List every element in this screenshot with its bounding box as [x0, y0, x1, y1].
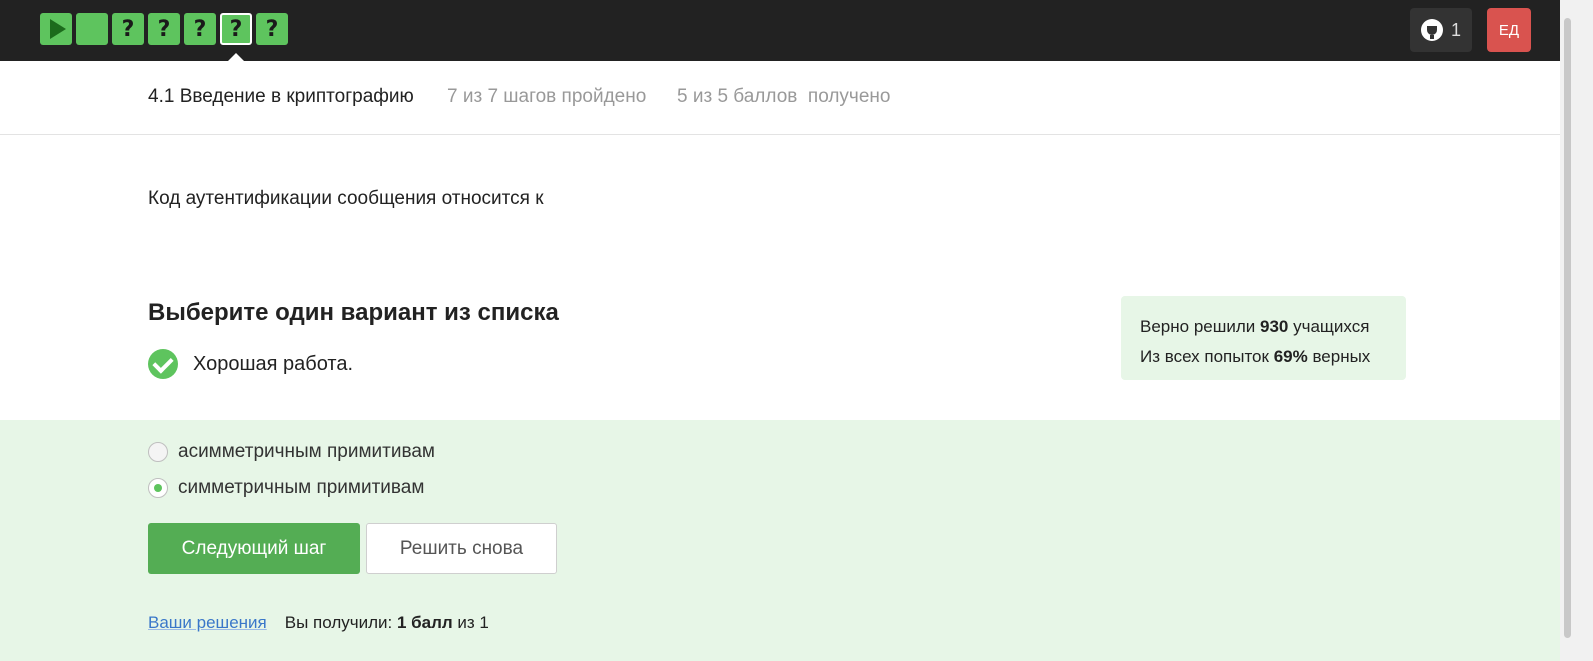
step-quiz-5[interactable]: ?: [184, 13, 216, 45]
radio-button-selected[interactable]: [148, 478, 168, 498]
step-video[interactable]: [40, 13, 72, 45]
trophy-icon: [1420, 19, 1443, 41]
achievements-button[interactable]: 1: [1410, 8, 1472, 52]
lesson-header: 4.1 Введение в криптографию 7 из 7 шагов…: [0, 61, 1560, 135]
scrollbar-thumb[interactable]: [1564, 18, 1571, 638]
user-avatar[interactable]: ЕД: [1487, 8, 1531, 52]
feedback-text: Хорошая работа.: [193, 352, 354, 375]
question-icon: ?: [229, 16, 243, 42]
question-icon: ?: [193, 16, 207, 42]
lesson-title[interactable]: 4.1 Введение в криптографию: [148, 86, 414, 108]
play-icon: [49, 19, 66, 39]
step-quiz-4[interactable]: ?: [148, 13, 180, 45]
step-quiz-7[interactable]: ?: [256, 13, 288, 45]
current-step-pointer: [228, 53, 244, 61]
top-bar: ? ? ? ? ? 1 ЕД: [0, 0, 1560, 61]
option-symmetric[interactable]: симметричным примитивам: [148, 477, 424, 499]
stats-attempts-line: Из всех попыток 69% верных: [1140, 347, 1371, 366]
option-asymmetric[interactable]: асимметричным примитивам: [148, 441, 435, 463]
step-quiz-3[interactable]: ?: [112, 13, 144, 45]
option-label: симметричным примитивам: [178, 477, 425, 498]
next-step-button[interactable]: Следующий шаг: [148, 523, 360, 574]
trophy-count: 1: [1450, 19, 1461, 40]
step-navigation: ? ? ? ? ?: [40, 13, 288, 61]
step-text[interactable]: [76, 13, 108, 45]
result-text: Вы получили: 1 балл из 1: [284, 613, 489, 632]
quiz-instruction: Выберите один вариант из списка: [148, 299, 559, 326]
stats-solved-line: Верно решили 930 учащихся: [1140, 317, 1370, 336]
question-icon: ?: [157, 16, 171, 42]
check-circle-icon: [148, 349, 178, 379]
result-row: Ваши решения Вы получили: 1 балл из 1: [148, 613, 489, 633]
option-label: асимметричным примитивам: [178, 441, 435, 462]
radio-button[interactable]: [148, 442, 168, 462]
retry-button[interactable]: Решить снова: [366, 523, 557, 574]
question-icon: ?: [121, 16, 135, 42]
solve-stats: Верно решили 930 учащихся Из всех попыто…: [1121, 296, 1406, 380]
feedback-row: Хорошая работа.: [148, 349, 353, 379]
question-text: Код аутентификации сообщения относится к: [148, 188, 544, 209]
question-icon: ?: [265, 16, 279, 42]
lesson-score: 5 из 5 баллов получено: [677, 86, 891, 107]
lesson-progress: 7 из 7 шагов пройдено: [447, 86, 647, 107]
your-solutions-link[interactable]: Ваши решения: [148, 613, 267, 633]
solved-count: 930: [1260, 317, 1289, 336]
step-quiz-6-current[interactable]: ?: [220, 13, 252, 61]
correct-percent: 69%: [1273, 347, 1308, 366]
result-score: 1 балл: [396, 613, 453, 632]
